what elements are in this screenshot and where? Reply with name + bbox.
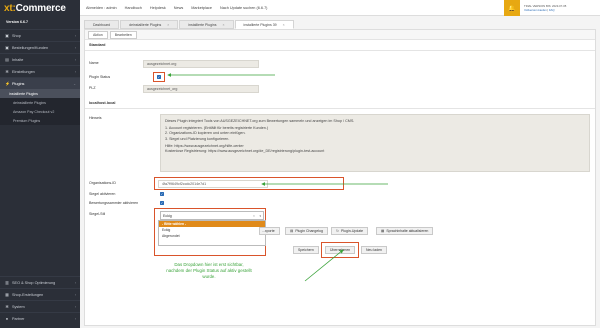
annotation-arrows <box>167 73 388 282</box>
apply-arrow <box>304 249 344 282</box>
